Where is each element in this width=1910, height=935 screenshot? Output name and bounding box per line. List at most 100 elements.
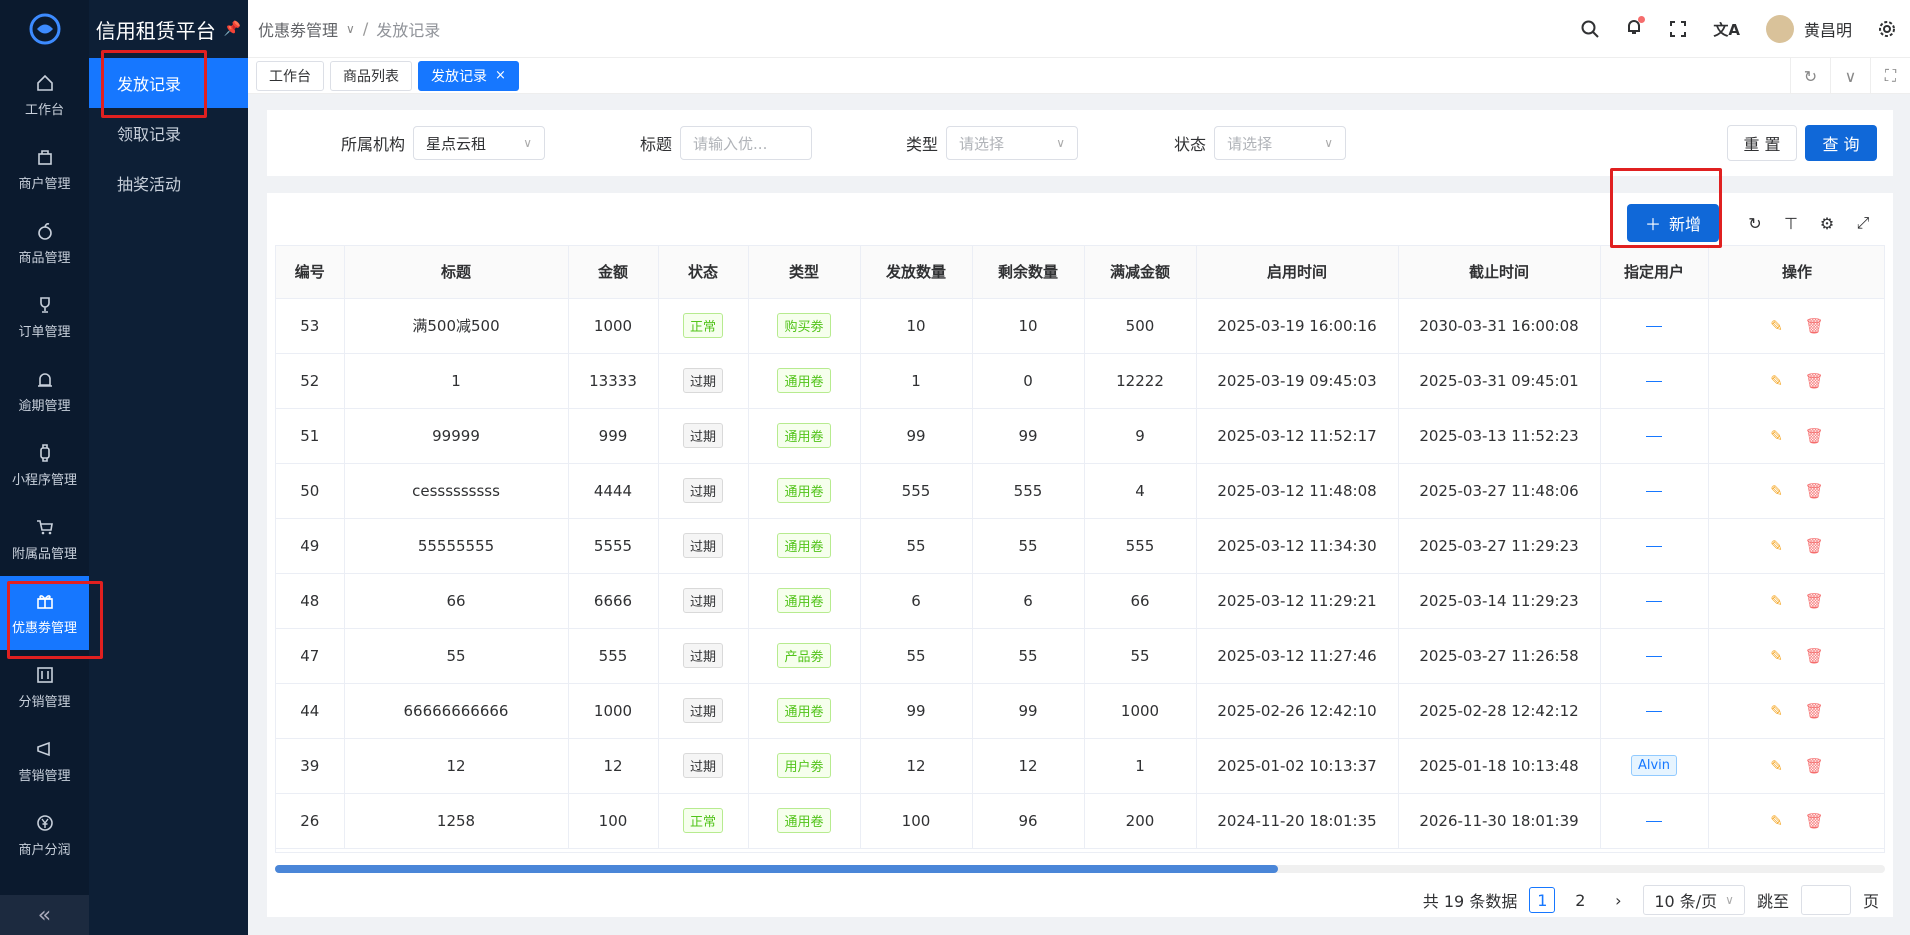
avatar (1765, 15, 1794, 43)
rail-item-9[interactable]: 营销管理 (0, 724, 89, 798)
type-select[interactable]: 请选择 ∨ (946, 126, 1079, 160)
rail-item-4[interactable]: 逾期管理 (0, 354, 89, 428)
delete-icon[interactable]: 🗑 (1805, 482, 1824, 500)
status-badge: 正常 (682, 313, 723, 338)
column-header: 剩余数量 (972, 246, 1085, 299)
table-row: 26 1258 100 正常 通用卷 100 96 200 2024-11-20 18:01:3… (276, 793, 1884, 849)
cell-status: 正常 (658, 793, 749, 849)
edit-icon[interactable]: ✎ (1770, 757, 1783, 775)
scrollbar-thumb[interactable] (275, 865, 1278, 873)
maximize-icon[interactable]: ⛶ (1870, 58, 1910, 94)
add-button[interactable]: ＋ 新增 (1627, 204, 1719, 242)
empty-user-dash (1646, 545, 1662, 547)
chevron-down-icon[interactable]: ∨ (346, 22, 355, 36)
search-icon[interactable] (1581, 20, 1600, 38)
rail-item-6[interactable]: 附属品管理 (0, 502, 89, 576)
title-input[interactable]: 请输入优... (680, 126, 813, 160)
refresh-icon[interactable]: ↻ (1745, 213, 1765, 233)
edit-icon[interactable]: ✎ (1770, 427, 1783, 445)
delete-icon[interactable]: 🗑 (1805, 427, 1824, 445)
type-label: 类型 (906, 135, 939, 154)
submenu-item-lottery[interactable]: 抽奖活动 (89, 158, 248, 208)
rail-item-0[interactable]: 工作台 (0, 58, 89, 132)
delete-icon[interactable]: 🗑 (1805, 537, 1824, 555)
close-icon[interactable]: × (495, 68, 506, 83)
tabs-actions: ↻ ∨ ⛶ (1790, 58, 1910, 94)
submenu-item-issue-records[interactable]: 发放记录 (89, 58, 248, 108)
delete-icon[interactable]: 🗑 (1805, 702, 1824, 720)
top-actions: 文A 黄昌明 (1581, 0, 1896, 58)
cell-start: 2025-01-02 10:13:37 (1196, 738, 1399, 794)
user-tag: Alvin (1630, 755, 1678, 776)
collapse-sidebar-button[interactable]: « (0, 895, 89, 935)
edit-icon[interactable]: ✎ (1770, 812, 1783, 830)
cell-remain: 55 (972, 518, 1085, 574)
delete-icon[interactable]: 🗑 (1805, 647, 1824, 665)
page-size-select[interactable]: 10 条/页 ∨ (1643, 885, 1745, 915)
tab-product-list[interactable]: 商品列表 (330, 60, 412, 91)
rail-item-label: 商户管理 (18, 176, 71, 192)
submenu-item-claim-records[interactable]: 领取记录 (89, 108, 248, 158)
page-1[interactable]: 1 (1529, 887, 1556, 913)
horizontal-scrollbar[interactable] (275, 865, 1885, 873)
fullscreen-icon[interactable] (1669, 20, 1687, 38)
edit-icon[interactable]: ✎ (1770, 372, 1783, 390)
pin-icon[interactable]: 📌 (224, 21, 241, 37)
chevron-down-icon[interactable]: ∨ (1830, 58, 1870, 94)
cell-end: 2025-03-27 11:48:06 (1398, 463, 1601, 519)
yen-icon (36, 814, 53, 831)
delete-icon[interactable]: 🗑 (1805, 757, 1824, 775)
fullscreen-table-icon[interactable]: ⤢ (1853, 213, 1873, 233)
delete-icon[interactable]: 🗑 (1805, 812, 1824, 830)
cell-status: 过期 (658, 628, 749, 684)
breadcrumb-parent[interactable]: 优惠劵管理 (258, 17, 338, 41)
tab-issue-records[interactable]: 发放记录 × (418, 60, 519, 91)
next-page-icon[interactable]: › (1605, 887, 1631, 913)
edit-icon[interactable]: ✎ (1770, 537, 1783, 555)
refresh-tab-icon[interactable]: ↻ (1790, 58, 1830, 94)
density-icon[interactable]: ⊤ (1781, 213, 1801, 233)
jump-input[interactable] (1800, 885, 1851, 915)
edit-icon[interactable]: ✎ (1770, 482, 1783, 500)
translate-icon[interactable]: 文A (1713, 19, 1740, 40)
top-bar: 优惠劵管理 ∨ / 发放记录 文A 黄昌明 (248, 0, 1910, 58)
empty-user-dash (1646, 435, 1662, 437)
notification-wrap[interactable] (1625, 16, 1646, 40)
delete-icon[interactable]: 🗑 (1805, 372, 1824, 390)
delete-icon[interactable]: 🗑 (1805, 317, 1824, 335)
search-button[interactable]: 查 询 (1805, 125, 1877, 161)
row-actions: ✎ 🗑 (1709, 592, 1885, 610)
empty-user-dash (1646, 820, 1662, 822)
cell-user (1600, 683, 1709, 739)
column-header: 满减金额 (1084, 246, 1197, 299)
rail-item-2[interactable]: 商品管理 (0, 206, 89, 280)
reset-button[interactable]: 重 置 (1727, 125, 1797, 161)
edit-icon[interactable]: ✎ (1770, 592, 1783, 610)
cell-remain: 0 (972, 353, 1085, 409)
edit-icon[interactable]: ✎ (1770, 317, 1783, 335)
delete-icon[interactable]: 🗑 (1805, 592, 1824, 610)
status-select[interactable]: 请选择 ∨ (1214, 126, 1347, 160)
cell-remain: 55 (972, 628, 1085, 684)
cell-type: 通用卷 (748, 408, 861, 464)
rail-item-10[interactable]: 商户分润 (0, 798, 89, 872)
org-select[interactable]: 星点云租 ∨ (413, 126, 546, 160)
edit-icon[interactable]: ✎ (1770, 647, 1783, 665)
rail-item-3[interactable]: 订单管理 (0, 280, 89, 354)
rail-item-8[interactable]: 分销管理 (0, 650, 89, 724)
cell-user (1600, 408, 1709, 464)
edit-icon[interactable]: ✎ (1770, 702, 1783, 720)
empty-user-dash (1646, 710, 1662, 712)
rail-item-1[interactable]: 商户管理 (0, 132, 89, 206)
gear-icon[interactable] (1878, 20, 1896, 38)
home-icon (36, 74, 53, 91)
row-actions: ✎ 🗑 (1709, 427, 1885, 445)
page-2[interactable]: 2 (1567, 887, 1593, 913)
cell-actions: ✎ 🗑 (1708, 518, 1884, 574)
column-settings-icon[interactable]: ⚙ (1817, 213, 1837, 233)
column-header: 截止时间 (1398, 246, 1601, 299)
tab-workbench[interactable]: 工作台 (256, 60, 324, 91)
rail-item-7[interactable]: 优惠劵管理 (0, 576, 89, 650)
rail-item-5[interactable]: 小程序管理 (0, 428, 89, 502)
user-menu[interactable]: 黄昌明 (1765, 15, 1852, 43)
